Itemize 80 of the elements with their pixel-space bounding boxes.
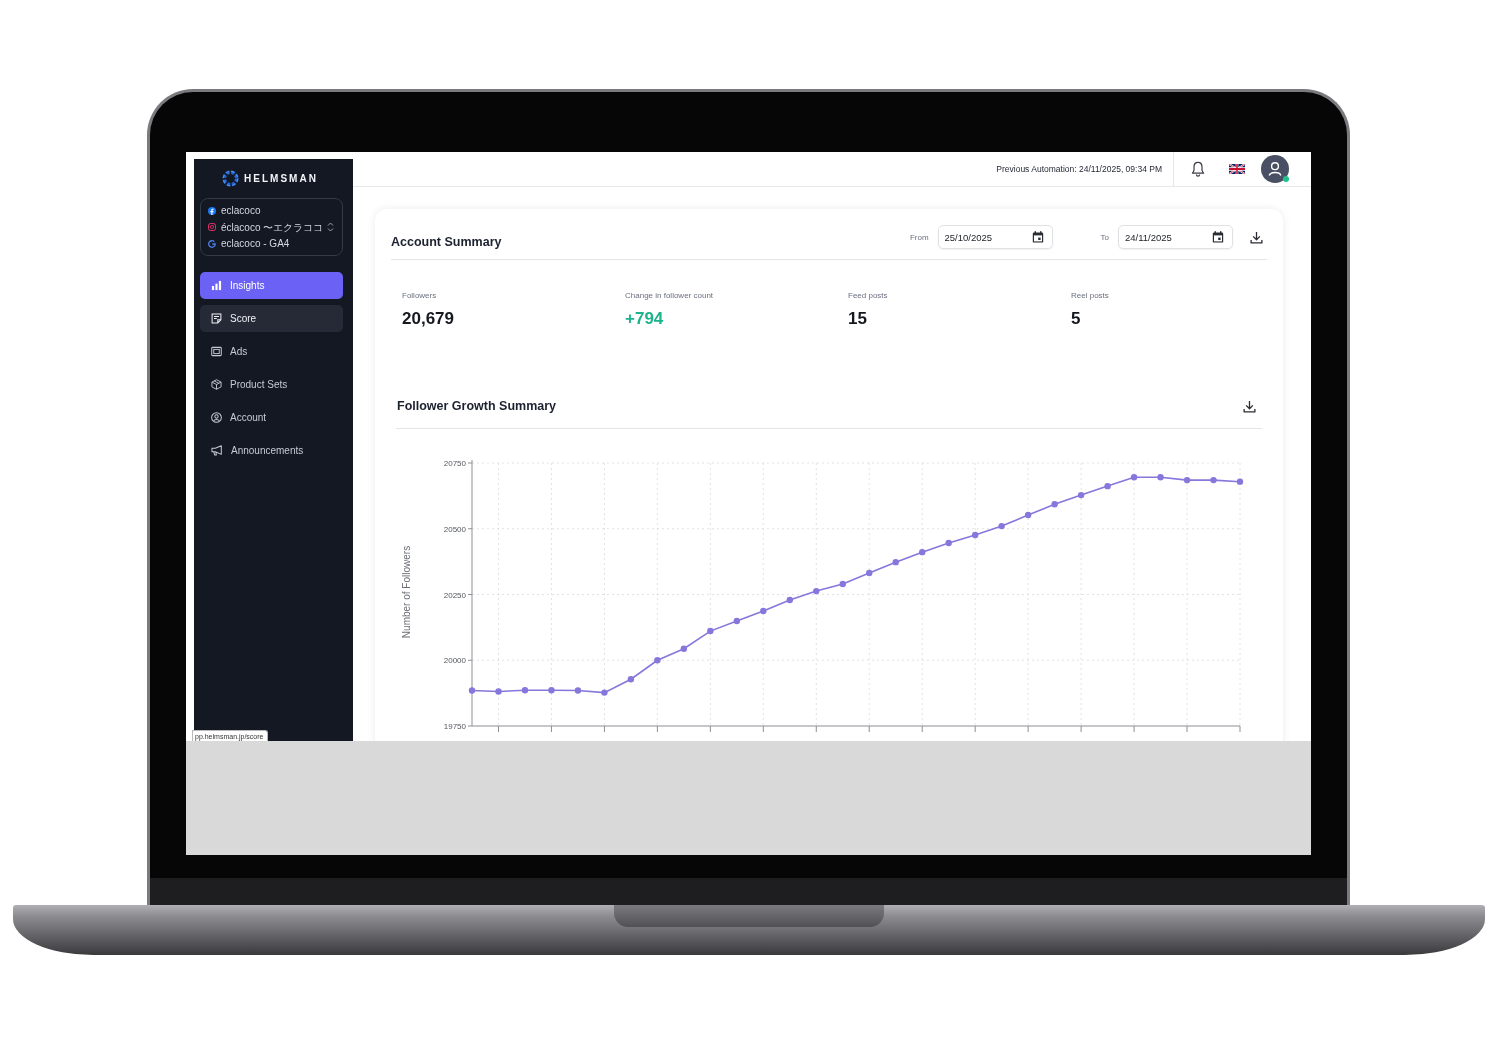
data-point bbox=[627, 676, 635, 683]
field-label: From bbox=[909, 232, 929, 242]
axis-tick-label: 20500 bbox=[443, 524, 466, 534]
data-point bbox=[733, 617, 741, 625]
data-point bbox=[601, 689, 608, 696]
data-point bbox=[1210, 476, 1217, 484]
account-switcher[interactable]: eclacoco éclacoco 〜エクラココ eclacoco - GA4 bbox=[200, 198, 343, 256]
nav-item[interactable]: Announcements bbox=[200, 437, 343, 464]
data-point bbox=[919, 548, 926, 556]
calendar-icon[interactable] bbox=[1031, 231, 1044, 243]
camera-logo-icon bbox=[208, 223, 216, 231]
automation-status-text: Previous Automation: 24/11/2025, 09:34 PM bbox=[996, 164, 1162, 174]
field-label: To bbox=[1100, 232, 1109, 242]
axis-tick-label: 19750 bbox=[443, 722, 466, 731]
date-field[interactable]: 25/10/2025 bbox=[937, 225, 1053, 249]
stat-value: 15 bbox=[848, 309, 867, 329]
data-point bbox=[1077, 491, 1085, 499]
data-point bbox=[707, 627, 714, 635]
data-point bbox=[971, 531, 979, 539]
data-point bbox=[1051, 501, 1058, 508]
nav-item[interactable]: Score bbox=[200, 305, 343, 332]
axis-tick-label: 20750 bbox=[443, 459, 466, 468]
data-point bbox=[548, 687, 555, 694]
megaphone-icon bbox=[211, 445, 223, 456]
data-point bbox=[1236, 478, 1244, 485]
stat-label: Feed posts bbox=[848, 291, 888, 301]
data-point bbox=[654, 657, 661, 664]
data-point bbox=[1024, 511, 1032, 519]
data-point bbox=[680, 645, 688, 652]
chevron-updown-icon[interactable] bbox=[327, 222, 334, 232]
data-point bbox=[468, 687, 476, 694]
data-point bbox=[786, 596, 793, 604]
document-icon bbox=[211, 313, 222, 324]
f-logo-icon bbox=[208, 206, 216, 215]
nav-item[interactable]: Product Sets bbox=[200, 371, 343, 398]
section-title: Follower Growth Summary bbox=[397, 399, 557, 413]
bar-chart-icon bbox=[211, 280, 222, 291]
stat-label: Change in follower count bbox=[625, 291, 714, 301]
download-icon[interactable] bbox=[1243, 399, 1256, 413]
data-point bbox=[1183, 476, 1191, 484]
data-point bbox=[495, 688, 502, 695]
stat-value: 5 bbox=[1071, 309, 1081, 329]
stat-value: +794 bbox=[625, 309, 664, 329]
data-point bbox=[813, 587, 820, 595]
section-title: Account Summary bbox=[391, 234, 502, 249]
panel-icon bbox=[211, 346, 222, 357]
account-name: eclacoco bbox=[221, 204, 261, 217]
bell-icon[interactable] bbox=[1191, 161, 1205, 177]
axis-tick-label: 20000 bbox=[443, 656, 466, 666]
account-name: eclacoco - GA4 bbox=[221, 237, 290, 250]
ring-logo-icon bbox=[222, 170, 240, 187]
cube-icon bbox=[211, 379, 222, 390]
data-point bbox=[866, 569, 873, 577]
data-point bbox=[1104, 482, 1111, 490]
flag-icon[interactable] bbox=[1229, 164, 1245, 174]
nav-item[interactable]: Ads bbox=[200, 338, 343, 365]
data-point bbox=[760, 607, 767, 615]
axis-title: Number of Followers bbox=[401, 545, 412, 639]
data-point bbox=[1157, 474, 1164, 481]
download-icon[interactable] bbox=[1250, 230, 1263, 244]
stat-label: Reel posts bbox=[1071, 291, 1109, 301]
calendar-icon[interactable] bbox=[1212, 231, 1224, 243]
data-point bbox=[998, 522, 1005, 530]
stat-value: 20,679 bbox=[402, 309, 454, 329]
nav-item[interactable]: Account bbox=[200, 404, 343, 431]
data-point bbox=[945, 539, 952, 547]
date-field[interactable]: 24/11/2025 bbox=[1118, 225, 1233, 249]
brand-wordmark: HELMSMAN bbox=[244, 173, 318, 184]
account-name: éclacoco 〜エクラココ bbox=[221, 220, 324, 234]
data-point bbox=[892, 558, 899, 566]
g-logo-icon bbox=[208, 239, 216, 248]
avatar-icon[interactable] bbox=[1261, 155, 1289, 183]
user-circle-icon bbox=[211, 412, 222, 423]
data-point bbox=[574, 687, 582, 694]
nav-item[interactable]: Insights bbox=[200, 272, 343, 299]
axis-tick-label: 20250 bbox=[443, 590, 466, 600]
data-point bbox=[1130, 474, 1138, 481]
data-point bbox=[521, 687, 529, 694]
stat-label: Followers bbox=[402, 291, 437, 301]
data-point bbox=[839, 580, 846, 588]
